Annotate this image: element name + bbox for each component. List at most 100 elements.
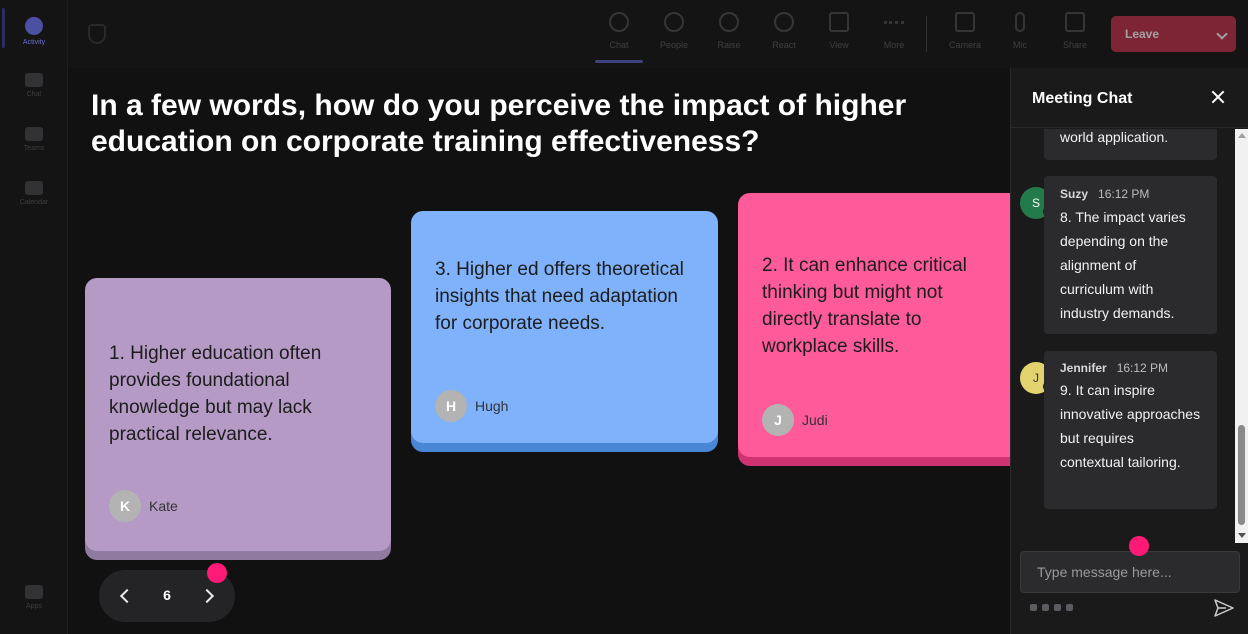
chat-icon (25, 72, 43, 87)
rail-item-label: Activity (22, 38, 46, 46)
chat-messages: world application. S Suzy 16:12 PM 8. The… (1011, 129, 1235, 542)
scroll-up-icon[interactable] (1238, 133, 1246, 138)
leave-button[interactable]: Leave (1111, 16, 1236, 52)
calendar-icon (25, 180, 43, 195)
send-button[interactable] (1214, 599, 1234, 617)
apps-icon (25, 584, 43, 599)
leave-label: Leave (1125, 27, 1160, 41)
grid-icon (829, 12, 849, 32)
rail-item-activity[interactable]: Activity (0, 8, 68, 54)
highlight-dot (1129, 536, 1149, 556)
toolbar-label: Chat (609, 40, 629, 50)
format-toolbar (1030, 604, 1073, 611)
card-text: 3. Higher ed offers theoretical insights… (435, 259, 684, 334)
meeting-toolbar: Chat People Raise React View More Camera… (68, 0, 1248, 68)
chat-header: Meeting Chat (1011, 68, 1248, 128)
card-text: 1. Higher education often provides found… (109, 343, 322, 445)
rail-item-calendar[interactable]: Calendar (0, 170, 68, 216)
chat-title: Meeting Chat (1032, 90, 1133, 107)
sender-name: Suzy (1060, 187, 1089, 201)
page-number: 6 (163, 587, 171, 603)
author-name: Judi (802, 412, 828, 428)
toolbar-label: Raise (717, 40, 741, 50)
chevron-right-icon (199, 588, 215, 604)
card-author: K Kate (109, 490, 178, 522)
avatar: J (762, 404, 794, 436)
rail-item-teams[interactable]: Teams (0, 116, 68, 162)
chat-message: world application. (1044, 129, 1217, 160)
response-card[interactable]: 3. Higher ed offers theoretical insights… (411, 211, 718, 443)
close-icon[interactable] (1209, 88, 1227, 106)
format-icon[interactable] (1030, 604, 1037, 611)
response-card[interactable]: 1. Higher education often provides found… (85, 278, 391, 551)
hand-icon (719, 12, 739, 32)
chat-message: Suzy 16:12 PM 8. The impact varies depend… (1044, 176, 1217, 334)
presentation-stage: In a few words, how do you perceive the … (68, 68, 1010, 634)
gif-icon[interactable] (1066, 604, 1073, 611)
rail-item-label: Chat (26, 90, 42, 98)
message-time: 16:12 PM (1116, 361, 1169, 375)
toolbar-view-button[interactable]: View (815, 12, 863, 58)
rail-item-chat[interactable]: Chat (0, 62, 68, 108)
toolbar-mic-button[interactable]: Mic (996, 12, 1044, 58)
next-slide-button[interactable] (199, 586, 219, 606)
bell-icon (25, 16, 43, 35)
scroll-thumb[interactable] (1238, 425, 1245, 525)
toolbar-label: People (659, 40, 689, 50)
chat-message: Jennifer 16:12 PM 9. It can inspire innov… (1044, 351, 1217, 509)
card-author: J Judi (762, 404, 828, 436)
sender-name: Jennifer (1060, 361, 1107, 375)
chat-icon (609, 12, 629, 32)
toolbar-label: View (829, 40, 849, 50)
toolbar-share-button[interactable]: Share (1051, 12, 1099, 58)
share-icon (1065, 12, 1085, 32)
chevron-down-icon[interactable] (1216, 28, 1228, 40)
rail-item-apps[interactable]: Apps (0, 574, 68, 620)
toolbar-people-button[interactable]: People (650, 12, 698, 58)
chevron-left-icon (119, 588, 135, 604)
emoji-icon[interactable] (1054, 604, 1061, 611)
message-meta: Suzy 16:12 PM (1060, 187, 1201, 201)
toolbar-label: Share (1062, 40, 1088, 50)
camera-icon (955, 12, 975, 32)
message-body: world application. (1060, 129, 1169, 145)
toolbar-chat-button[interactable]: Chat (595, 12, 643, 58)
rail-item-label: Teams (23, 144, 45, 152)
avatar: H (435, 390, 467, 422)
question-title: In a few words, how do you perceive the … (91, 89, 907, 158)
smile-icon (774, 12, 794, 32)
toolbar-camera-button[interactable]: Camera (941, 12, 989, 58)
card-author: H Hugh (435, 390, 508, 422)
left-rail: Activity Chat Teams Calendar Apps (0, 0, 68, 634)
previous-slide-button[interactable] (115, 586, 135, 606)
card-text: 2. It can enhance critical thinking but … (762, 255, 967, 357)
attach-icon[interactable] (1042, 604, 1049, 611)
message-body: 8. The impact varies depending on the al… (1060, 209, 1186, 321)
toolbar-label: More (883, 40, 905, 50)
mic-icon (1015, 12, 1025, 32)
message-body: 9. It can inspire innovative approaches … (1060, 382, 1201, 470)
toolbar-more-button[interactable]: More (870, 12, 918, 58)
chat-scrollbar[interactable] (1235, 129, 1248, 543)
avatar-initial: J (1033, 371, 1039, 385)
toolbar-raise-button[interactable]: Raise (705, 12, 753, 58)
toolbar-react-button[interactable]: React (760, 12, 808, 58)
toolbar-divider (926, 16, 927, 52)
toolbar-label: Mic (1013, 40, 1027, 50)
shield-icon (88, 24, 106, 44)
scroll-down-icon[interactable] (1238, 533, 1246, 538)
highlight-dot (207, 563, 227, 583)
avatar-initial: S (1031, 196, 1040, 210)
avatar: K (109, 490, 141, 522)
toolbar-label: Camera (948, 40, 981, 50)
more-icon (884, 21, 904, 24)
chat-message-input[interactable] (1020, 551, 1240, 593)
response-card[interactable]: 2. It can enhance critical thinking but … (738, 193, 1010, 457)
author-name: Hugh (475, 398, 509, 414)
message-time: 16:12 PM (1098, 187, 1150, 201)
people-icon (664, 12, 684, 32)
rail-item-label: Calendar (19, 198, 49, 206)
author-name: Kate (149, 498, 178, 514)
message-meta: Jennifer 16:12 PM (1060, 361, 1201, 375)
rail-item-label: Apps (26, 602, 42, 610)
